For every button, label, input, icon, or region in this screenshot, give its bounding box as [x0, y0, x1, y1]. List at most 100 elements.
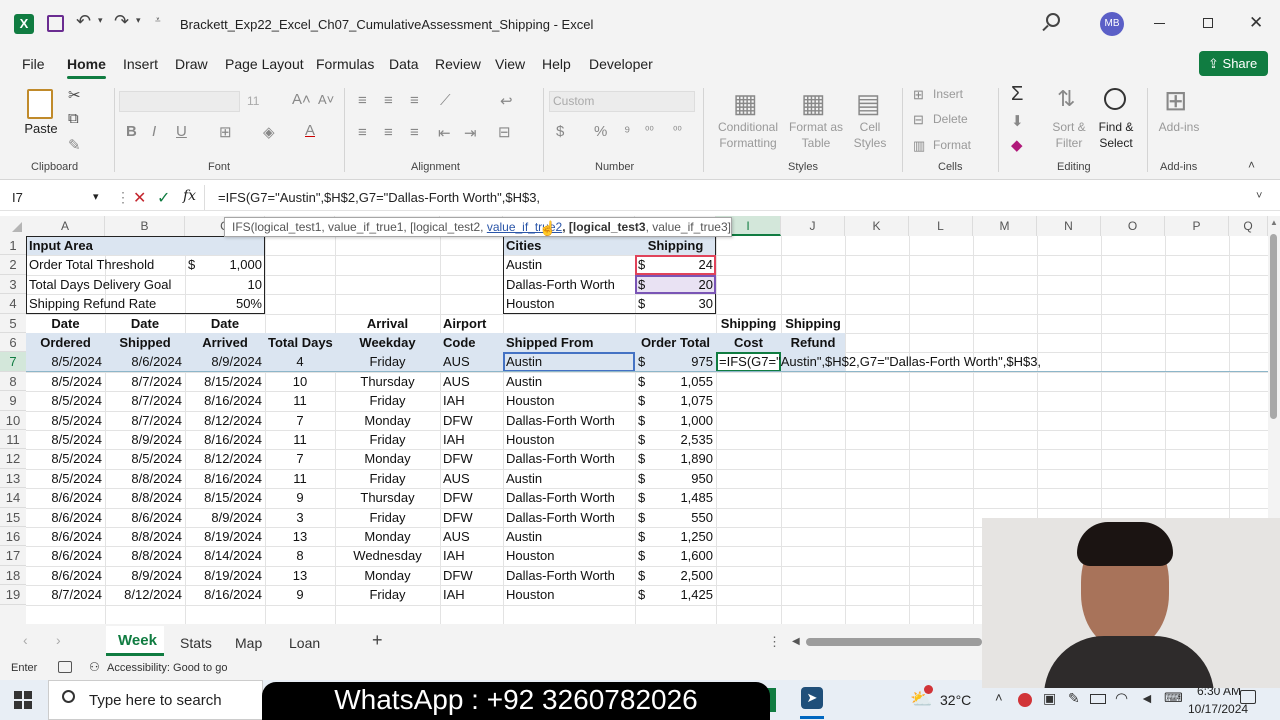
find-select-label-1[interactable]: Find & [1094, 120, 1138, 135]
data-cell[interactable]: 8/7/2024 [29, 585, 102, 604]
column-title[interactable]: Date [29, 314, 102, 333]
order-total-currency[interactable]: $ [638, 508, 713, 527]
column-title[interactable]: Arrival [338, 314, 437, 333]
increase-font-icon[interactable]: A˄ [292, 91, 311, 108]
data-cell[interactable]: Austin [506, 469, 632, 488]
data-cell[interactable]: Friday [338, 469, 437, 488]
data-cell[interactable]: 11 [268, 391, 332, 410]
cell-styles-icon[interactable]: ▤ [856, 88, 881, 119]
shipping-header[interactable]: Shipping [638, 236, 713, 255]
tab-developer[interactable]: Developer [589, 56, 653, 72]
data-cell[interactable]: 8/8/2024 [108, 469, 182, 488]
column-header-m[interactable]: M [973, 216, 1037, 236]
data-cell[interactable]: Friday [338, 430, 437, 449]
copy-icon[interactable]: ⧉ [68, 110, 79, 127]
row-header-7[interactable]: 7 [0, 352, 26, 372]
name-box-dropdown-icon[interactable]: ▾ [93, 190, 99, 203]
sort-filter-label-2[interactable]: Filter [1046, 136, 1092, 151]
data-cell[interactable]: 7 [268, 411, 332, 430]
accessibility-icon[interactable]: ⚇ [89, 660, 100, 674]
cell-styles-label-2[interactable]: Styles [848, 136, 892, 151]
data-cell[interactable]: 8/19/2024 [188, 566, 262, 585]
font-size-box[interactable]: 11 [244, 91, 284, 112]
column-title[interactable] [268, 314, 332, 333]
data-cell[interactable]: IAH [443, 430, 500, 449]
data-cell[interactable]: Dallas-Forth Worth [506, 411, 632, 430]
input-value[interactable]: 1,000 [188, 255, 262, 274]
column-header-b[interactable]: B [105, 216, 185, 236]
row-header-3[interactable]: 3 [0, 274, 26, 295]
order-total-currency[interactable]: $ [638, 566, 713, 585]
shipping-cost[interactable]: 24 [638, 255, 713, 274]
editing-cell-text[interactable]: =IFS(G7="Austin",$H$2,G7="Dallas-Forth W… [719, 352, 1041, 371]
data-cell[interactable]: 8/6/2024 [29, 527, 102, 546]
row-header-8[interactable]: 8 [0, 371, 26, 392]
underline-icon[interactable]: U [176, 123, 187, 140]
row-header-11[interactable]: 11 [0, 430, 26, 450]
data-cell[interactable]: AUS [443, 352, 500, 371]
find-select-icon[interactable] [1104, 88, 1126, 110]
data-cell[interactable]: IAH [443, 585, 500, 604]
row-header-10[interactable]: 10 [0, 410, 26, 430]
column-title[interactable] [638, 314, 713, 333]
format-painter-icon[interactable]: ✎ [68, 136, 81, 154]
tab-formulas[interactable]: Formulas [316, 56, 374, 72]
data-cell[interactable]: 8 [268, 546, 332, 565]
data-cell[interactable]: 8/6/2024 [29, 508, 102, 527]
data-cell[interactable]: 8/9/2024 [188, 352, 262, 371]
data-cell[interactable]: 8/6/2024 [108, 508, 182, 527]
insert-function-button[interactable]: fx [183, 188, 196, 204]
accessibility-status[interactable]: Accessibility: Good to go [107, 662, 227, 674]
data-cell[interactable]: Houston [506, 430, 632, 449]
battery-icon[interactable] [1090, 694, 1106, 704]
data-cell[interactable]: Friday [338, 508, 437, 527]
wifi-icon[interactable]: ◠ [1115, 689, 1128, 707]
data-cell[interactable]: Wednesday [338, 546, 437, 565]
data-cell[interactable]: 8/12/2024 [188, 449, 262, 468]
data-cell[interactable]: Houston [506, 546, 632, 565]
enter-button[interactable]: ✓ [157, 188, 170, 208]
data-cell[interactable]: IAH [443, 391, 500, 410]
volume-icon[interactable]: ◄ [1140, 690, 1154, 706]
data-cell[interactable]: Monday [338, 449, 437, 468]
data-cell[interactable]: Friday [338, 391, 437, 410]
data-cell[interactable]: 8/5/2024 [108, 449, 182, 468]
orientation-icon[interactable]: ⟋ [440, 92, 451, 109]
data-cell[interactable]: 8/16/2024 [188, 391, 262, 410]
insert-cells-button[interactable]: Insert [933, 87, 963, 102]
horizontal-scroll-thumb[interactable] [806, 638, 982, 646]
vertical-scroll-thumb[interactable] [1270, 234, 1277, 419]
data-cell[interactable]: Dallas-Forth Worth [506, 488, 632, 507]
row-header-18[interactable]: 18 [0, 565, 26, 586]
data-cell[interactable]: 8/14/2024 [188, 546, 262, 565]
tab-review[interactable]: Review [435, 56, 481, 72]
row-header-4[interactable]: 4 [0, 294, 26, 314]
data-cell[interactable]: Monday [338, 566, 437, 585]
minimize-button[interactable] [1154, 23, 1165, 24]
column-title[interactable]: Arrived [188, 333, 262, 352]
tab-data[interactable]: Data [389, 56, 419, 72]
input-value[interactable]: 50% [188, 294, 262, 313]
data-cell[interactable]: 8/12/2024 [108, 585, 182, 604]
cancel-button[interactable]: ✕ [133, 188, 146, 208]
paste-icon[interactable] [27, 89, 53, 119]
data-cell[interactable]: Thursday [338, 488, 437, 507]
shipping-cost[interactable]: 20 [638, 275, 713, 294]
tab-view[interactable]: View [495, 56, 525, 72]
column-title[interactable]: Total Days [268, 333, 333, 352]
data-cell[interactable]: 8/9/2024 [188, 508, 262, 527]
data-cell[interactable]: 8/5/2024 [29, 391, 102, 410]
data-cell[interactable]: 8/15/2024 [188, 488, 262, 507]
clear-icon[interactable]: ◆ [1011, 136, 1023, 154]
row-header-13[interactable]: 13 [0, 468, 26, 489]
share-button[interactable]: ⇪ Share [1199, 51, 1268, 76]
tab-home[interactable]: Home [67, 56, 106, 79]
data-cell[interactable]: 8/7/2024 [108, 372, 182, 391]
data-cell[interactable]: 8/16/2024 [188, 430, 262, 449]
data-cell[interactable]: 8/5/2024 [29, 430, 102, 449]
merge-center-icon[interactable]: ⊟ [498, 123, 511, 141]
tray-app-icon[interactable]: ▣ [1043, 690, 1056, 707]
order-total-currency[interactable]: $ [638, 391, 713, 410]
percent-icon[interactable]: % [594, 123, 607, 140]
order-total-currency[interactable]: $ [638, 352, 713, 371]
